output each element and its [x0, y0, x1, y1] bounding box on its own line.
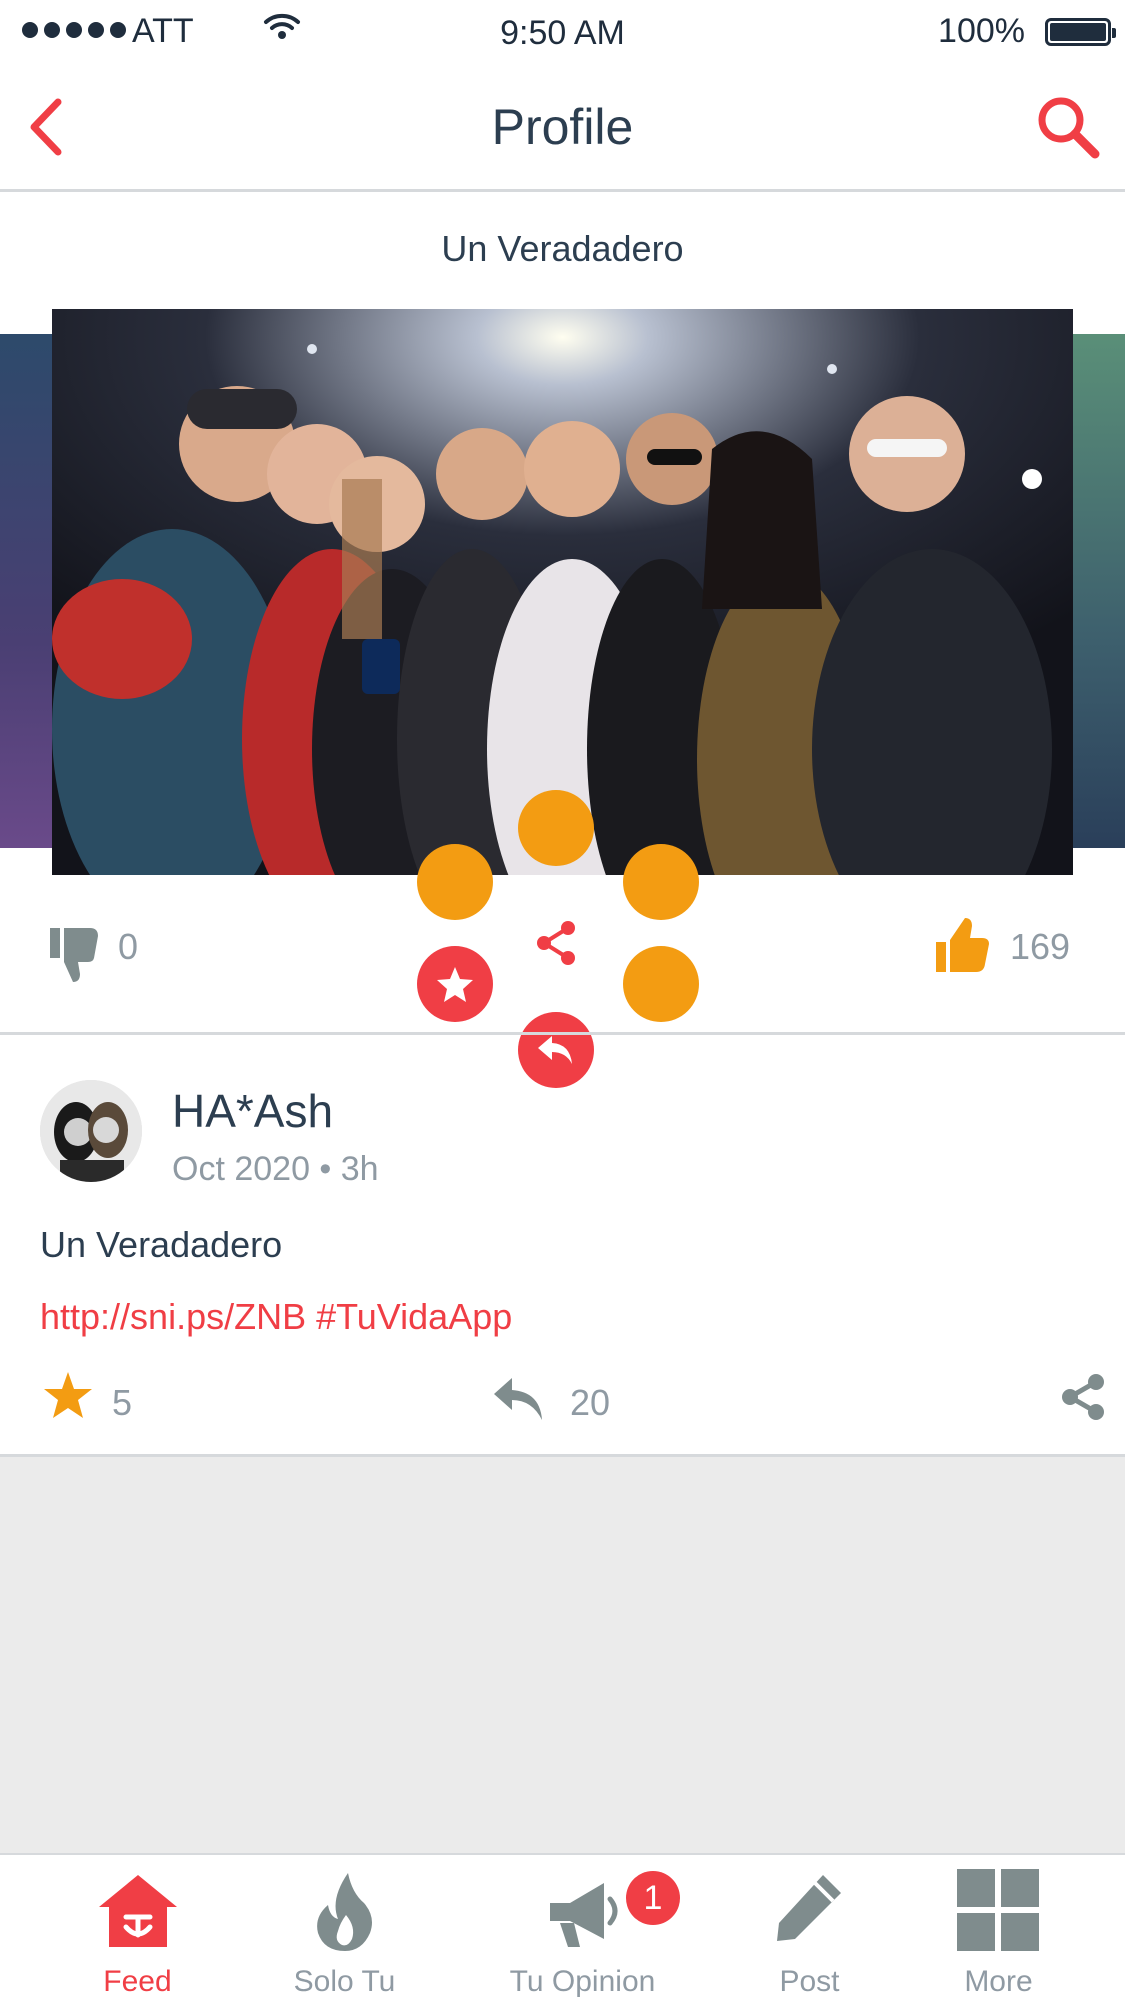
tab-label: Tu Opinion [509, 1965, 656, 1998]
next-card-edge[interactable] [1073, 334, 1125, 848]
grid-icon [956, 1869, 1039, 1951]
tab-solo-tu[interactable]: Solo Tu [232, 1855, 457, 2003]
page-title: Profile [491, 99, 634, 155]
battery-percent: 100% [938, 12, 1025, 50]
avatar-image [40, 1080, 142, 1182]
star-count: 5 [112, 1382, 133, 1423]
radial-option-orb[interactable] [623, 946, 699, 1022]
reply-icon [538, 1036, 572, 1064]
flame-icon [316, 1873, 372, 1951]
status-bar: ATT 9:50 AM 100% [0, 0, 1125, 64]
author-name[interactable]: HA*Ash [172, 1084, 333, 1138]
megaphone-icon [549, 1883, 617, 1947]
post-meta: Oct 2020 • 3h [172, 1150, 379, 1188]
post-link[interactable]: http://sni.ps/ZNB #TuVidaApp [40, 1296, 512, 1338]
star-icon[interactable] [42, 1370, 94, 1422]
tab-label: Solo Tu [293, 1965, 396, 1998]
star-icon [437, 967, 473, 1002]
post-header-caption: Un Veradadero [441, 228, 684, 269]
reply-count: 20 [570, 1382, 611, 1423]
tab-label: More [964, 1965, 1033, 1998]
tab-bar: Feed Solo Tu Tu Opinion Post More 1 [0, 1853, 1125, 2001]
thumbs-up-icon[interactable] [932, 916, 992, 976]
post-text: Un Veradadero [40, 1224, 283, 1265]
like-count: 169 [1010, 926, 1071, 967]
author-avatar[interactable] [40, 1080, 142, 1182]
previous-card-edge[interactable] [0, 334, 52, 848]
tab-feed[interactable]: Feed [25, 1855, 250, 2003]
reply-button[interactable] [518, 1012, 594, 1088]
thumbs-down-icon[interactable] [46, 924, 102, 984]
tab-label: Feed [103, 1965, 172, 1998]
notification-badge: 1 [626, 1871, 680, 1925]
pencil-icon [776, 1875, 841, 1941]
radial-option-orb[interactable] [518, 790, 594, 866]
reply-icon[interactable] [490, 1372, 546, 1424]
radial-option-orb[interactable] [417, 844, 493, 920]
home-icon [98, 1875, 177, 1947]
nav-bar: Profile [0, 64, 1125, 192]
battery-icon [1045, 18, 1116, 46]
divider [0, 1032, 1125, 1035]
tab-more[interactable]: More [886, 1855, 1111, 2003]
radial-option-orb[interactable] [623, 844, 699, 920]
share-icon[interactable] [532, 918, 582, 968]
search-icon[interactable] [1033, 92, 1103, 162]
dislike-count: 0 [118, 926, 139, 967]
share-icon[interactable] [1058, 1372, 1108, 1422]
favorite-button[interactable] [417, 946, 493, 1022]
feed-empty-area [0, 1457, 1125, 1853]
